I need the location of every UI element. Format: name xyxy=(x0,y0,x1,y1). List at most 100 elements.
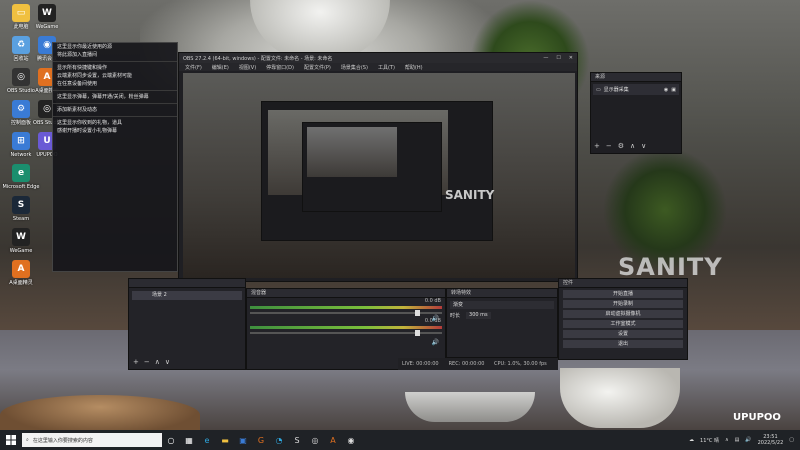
search-placeholder: 在这里输入你要搜索的内容 xyxy=(32,437,93,444)
control-button[interactable]: 设置 xyxy=(563,330,683,338)
control-button[interactable]: 工作室模式 xyxy=(563,320,683,328)
desktop-icon-label: 此电脑 xyxy=(13,24,29,30)
sources-toolbar-button[interactable]: ∨ xyxy=(641,142,646,150)
cpu-status-text: CPU: 1.0%, 30.00 fps xyxy=(494,361,547,367)
notification-icon[interactable]: ▢ xyxy=(789,437,794,443)
edge-taskbar-icon[interactable]: e xyxy=(198,430,216,450)
sources-toolbar-button[interactable]: ⚙ xyxy=(618,142,624,150)
obs-preview[interactable]: SANITY xyxy=(183,73,575,278)
background-plant-right xyxy=(600,150,730,270)
live-status: LIVE: 00:00:00 xyxy=(402,361,439,367)
steam-taskbar-icon[interactable]: S xyxy=(288,430,306,450)
app-taskbar-icon[interactable]: ◎ xyxy=(306,430,324,450)
windows-logo-icon xyxy=(6,435,16,445)
close-icon[interactable]: ✕ xyxy=(569,55,573,61)
speaker-icon-2[interactable]: 🔊 xyxy=(432,339,439,346)
remove-scene-icon[interactable]: − xyxy=(144,358,150,366)
game-icon[interactable]: G xyxy=(252,430,270,450)
hint-menu-item[interactable]: 云端素材同步设置，云端素材可能 xyxy=(53,72,177,80)
obs-taskbar-icon[interactable]: ◉ xyxy=(342,430,360,450)
volume-icon[interactable]: 🔊 xyxy=(745,437,751,443)
minimize-icon[interactable]: — xyxy=(543,55,548,61)
hint-menu-item[interactable]: 在任意设备间使用 xyxy=(53,80,177,88)
desktop-app-icon: W xyxy=(38,4,56,22)
mixer-ch2-meter xyxy=(250,326,442,329)
controls-buttons: 开始直播开始录制启动虚拟摄像机 工作室模式设置退出 xyxy=(559,290,687,348)
control-button[interactable]: 开始录制 xyxy=(563,300,683,308)
transition-select[interactable]: 渐变 xyxy=(450,301,554,309)
obs-menu-item[interactable]: 帮助(H) xyxy=(405,64,423,71)
obs-window-title: OBS 27.2.4 (64-bit, windows) - 配置文件: 未命名… xyxy=(183,55,333,62)
sources-toolbar-button[interactable]: + xyxy=(594,142,600,150)
upupoo-brand-logo: UPUPOO xyxy=(733,412,781,423)
video-icon[interactable]: ◔ xyxy=(270,430,288,450)
obs-menu-item[interactable]: 编辑(E) xyxy=(212,64,229,71)
obs-main-window: OBS 27.2.4 (64-bit, windows) - 配置文件: 未命名… xyxy=(178,52,578,282)
weather-icon[interactable]: ☁ xyxy=(689,437,694,443)
background-bowl xyxy=(405,392,535,422)
slider-knob[interactable] xyxy=(415,330,420,336)
a-taskbar-icon[interactable]: A xyxy=(324,430,342,450)
sources-dock: 来源 ▭ 显示器采集 ◉ ▣ + − ⚙ ∧ ∨ xyxy=(590,72,682,154)
lock-icon[interactable]: ▣ xyxy=(671,87,676,93)
obs-menu-item[interactable]: 文件(F) xyxy=(185,64,202,71)
add-scene-icon[interactable]: + xyxy=(133,358,139,366)
obs-menu-item[interactable]: 场景集合(S) xyxy=(341,64,368,71)
desktop-icon-label: Microsoft Edge xyxy=(2,184,40,190)
explorer-icon[interactable]: ▬ xyxy=(216,430,234,450)
hint-menu-item[interactable]: 添加新素材及动态 xyxy=(53,106,177,114)
desktop-app-icon: S xyxy=(12,196,30,214)
network-icon[interactable]: ▤ xyxy=(735,437,740,443)
start-button[interactable] xyxy=(0,430,22,450)
desktop-app-icon: e xyxy=(12,164,30,182)
mixer-ch1-volume-slider[interactable] xyxy=(250,310,442,316)
control-button[interactable]: 退出 xyxy=(563,340,683,348)
desktop-icon-label: WeGame xyxy=(9,248,33,254)
background-cup xyxy=(560,368,680,428)
tray-chevron-icon[interactable]: ∧ xyxy=(725,437,729,443)
maximize-icon[interactable]: ☐ xyxy=(556,55,560,61)
widgets-icon[interactable]: ▦ xyxy=(180,430,198,450)
clock[interactable]: 23:51 2022/5/22 xyxy=(758,434,784,446)
speaker-icon[interactable]: 🔊 xyxy=(432,315,439,322)
visibility-eye-icon[interactable]: ◉ xyxy=(664,87,668,93)
obs-menu-item[interactable]: 停靠窗口(D) xyxy=(266,64,294,71)
mixer-dock-title: 混音器 xyxy=(247,289,445,298)
desktop-icon-col2-0[interactable]: W WeGame xyxy=(28,4,66,30)
sources-toolbar-button[interactable]: ∧ xyxy=(630,142,635,150)
weather-text[interactable]: 11°C 晴 xyxy=(700,437,719,444)
desktop-icon-5[interactable]: e Microsoft Edge xyxy=(2,164,40,190)
source-item[interactable]: ▭ 显示器采集 ◉ ▣ xyxy=(593,84,679,95)
obs-menu-item[interactable]: 工具(T) xyxy=(378,64,395,71)
hint-menu-item[interactable]: 感谢开播时设置小礼物弹幕 xyxy=(53,127,177,135)
control-button[interactable]: 启动虚拟摄像机 xyxy=(563,310,683,318)
desktop-icon-8[interactable]: A A桌面精灵 xyxy=(2,260,40,286)
move-down-icon[interactable]: ∨ xyxy=(165,358,170,366)
desktop-icon-label: 回收站 xyxy=(13,56,29,62)
duration-input[interactable]: 300 ms xyxy=(466,312,491,319)
control-button[interactable]: 开始直播 xyxy=(563,290,683,298)
desktop-icon-6[interactable]: S Steam xyxy=(2,196,40,222)
store-icon[interactable]: ▣ xyxy=(234,430,252,450)
hint-menu-item[interactable]: 这里显示弹幕，弹幕开通/关闭，粉丝弹幕 xyxy=(53,93,177,101)
hint-menu-item[interactable]: 这里显示你最近使用的源 xyxy=(53,43,177,51)
desktop-icon-7[interactable]: W WeGame xyxy=(2,228,40,254)
scene-item[interactable]: 场景 2 xyxy=(132,291,242,300)
slider-knob[interactable] xyxy=(415,310,420,316)
sources-toolbar-button[interactable]: − xyxy=(606,142,612,150)
move-up-icon[interactable]: ∧ xyxy=(155,358,160,366)
menu-separator xyxy=(53,61,177,62)
transition-duration-row: 时长 300 ms xyxy=(450,312,554,319)
task-view-icon[interactable]: ○ xyxy=(162,430,180,450)
search-icon: ⌕ xyxy=(26,437,29,443)
hint-menu-item[interactable]: 将此源加入直播间 xyxy=(53,51,177,59)
monitor-icon: ▭ xyxy=(596,86,601,93)
taskbar-search-box[interactable]: ⌕ 在这里输入你要搜索的内容 xyxy=(22,433,162,447)
obs-menu-item[interactable]: 配置文件(P) xyxy=(304,64,331,71)
mixer-ch2-volume-slider[interactable] xyxy=(250,330,442,336)
desktop-icon-label: A桌面精灵 xyxy=(9,280,33,286)
hint-menu-item[interactable]: 这里显示你收到的礼物，道具 xyxy=(53,119,177,127)
obs-menu-item[interactable]: 视图(V) xyxy=(239,64,256,71)
hint-menu-item[interactable]: 显示所有快捷键和操作 xyxy=(53,64,177,72)
source-item-label: 显示器采集 xyxy=(603,87,629,93)
